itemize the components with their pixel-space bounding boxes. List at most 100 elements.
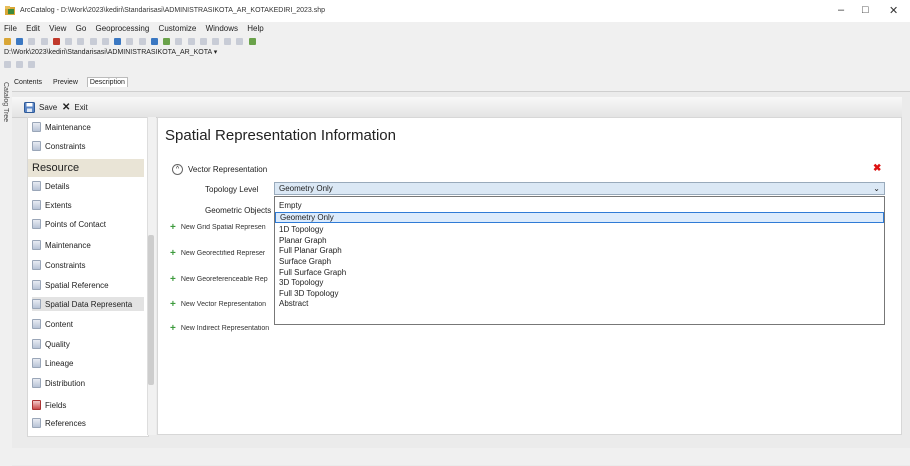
dropdown-option-empty[interactable]: Empty [275, 200, 884, 211]
catalog-icon[interactable] [150, 38, 158, 46]
back-icon[interactable] [4, 61, 11, 69]
save-button[interactable]: Save [24, 102, 57, 113]
new-representation-label: New Georeferenceable Rep [180, 276, 268, 283]
dropdown-option-abstract[interactable]: Abstract [275, 298, 884, 309]
nav-item-fields[interactable]: Fields [32, 398, 66, 412]
thumbnails-icon[interactable] [101, 38, 109, 46]
nav-item-label: Maintenance [45, 122, 91, 132]
close-button[interactable]: ✕ [889, 4, 898, 17]
nav-scrollbar-thumb[interactable] [148, 235, 154, 385]
geometric-objects-label: Geometric Objects [205, 206, 272, 215]
delete-section-icon[interactable]: ✖ [873, 163, 881, 174]
nav-item-label: Fields [45, 400, 67, 410]
zoom-in-icon[interactable] [187, 38, 195, 46]
menu-view[interactable]: View [49, 24, 66, 33]
add-icon: + [170, 274, 176, 285]
new-representation-link-4[interactable]: + New Vector Representation [170, 299, 266, 310]
view-tabs: Contents Preview Description [12, 77, 133, 91]
exit-button[interactable]: ✕ Exit [62, 102, 88, 113]
nav-item-quality[interactable]: Quality [32, 337, 70, 351]
nav-item-constraints-top[interactable]: Constraints [32, 139, 85, 153]
maximize-button[interactable]: □ [862, 4, 869, 16]
search-icon[interactable] [114, 38, 122, 46]
add-icon: + [170, 299, 176, 310]
connect-folder-icon[interactable] [4, 38, 11, 46]
nav-item-references[interactable]: References [32, 416, 86, 430]
topology-level-select[interactable]: Geometry Only ⌄ [274, 182, 885, 195]
nav-item-lineage[interactable]: Lineage [32, 356, 73, 370]
document-icon [32, 181, 41, 191]
nav-item-maintenance[interactable]: Maintenance [32, 238, 91, 252]
nav-item-label: Maintenance [45, 240, 91, 250]
nav-item-label: Constraints [45, 260, 86, 270]
secondary-toolbar [4, 60, 38, 69]
new-representation-link-5[interactable]: + New Indirect Representation [170, 323, 269, 334]
details-icon[interactable] [89, 38, 97, 46]
tab-contents[interactable]: Contents [12, 78, 44, 87]
menu-windows[interactable]: Windows [206, 24, 238, 33]
pan-icon[interactable] [211, 38, 219, 46]
status-bar [0, 448, 910, 465]
metadata-edit-toolbar: Save ✕ Exit [12, 97, 902, 118]
nav-item-extents[interactable]: Extents [32, 198, 72, 212]
nav-item-spatial-reference[interactable]: Spatial Reference [32, 278, 109, 292]
menu-edit[interactable]: Edit [26, 24, 40, 33]
create-thumbnail-icon[interactable] [248, 38, 256, 46]
document-icon [32, 240, 41, 250]
refresh-icon[interactable] [28, 61, 36, 69]
location-bar: D:\Work\2023\kediri\Standarisasi\ADMINIS… [4, 48, 217, 56]
document-icon [32, 299, 41, 309]
forward-icon[interactable] [16, 61, 24, 69]
model-builder-icon[interactable] [163, 38, 171, 46]
new-representation-label: New Indirect Representation [180, 325, 270, 332]
identify-icon[interactable] [236, 38, 244, 46]
new-representation-link-3[interactable]: + New Georeferenceable Rep [170, 274, 268, 285]
document-icon [32, 122, 41, 132]
menu-customize[interactable]: Customize [159, 24, 197, 33]
python-icon[interactable] [138, 38, 146, 46]
arctoolbox-icon[interactable] [126, 38, 134, 46]
nav-item-label: Spatial Data Representa [45, 299, 133, 309]
dropdown-option-3d-topology[interactable]: 3D Topology [275, 277, 884, 288]
dropdown-option-geometry-only[interactable]: Geometry Only [275, 212, 884, 223]
menu-file[interactable]: File [4, 24, 17, 33]
nav-item-points-of-contact[interactable]: Points of Contact [32, 217, 106, 231]
title-bar: ArcCatalog - D:\Work\2023\kediri\Standar… [0, 0, 910, 22]
new-representation-link-1[interactable]: + New Grid Spatial Represen [170, 222, 266, 233]
help-icon[interactable] [175, 38, 183, 46]
copy-icon[interactable] [28, 38, 36, 46]
tab-preview[interactable]: Preview [51, 78, 80, 87]
disconnect-folder-icon[interactable] [16, 38, 24, 46]
new-representation-label: New Vector Representation [180, 301, 267, 308]
delete-icon[interactable] [52, 38, 60, 46]
location-input[interactable]: D:\Work\2023\kediri\Standarisasi\ADMINIS… [4, 49, 212, 56]
document-icon [32, 260, 41, 270]
tab-description[interactable]: Description [86, 77, 128, 87]
menu-go[interactable]: Go [76, 24, 87, 33]
nav-item-distribution[interactable]: Distribution [32, 376, 85, 390]
paste-icon[interactable] [40, 38, 48, 46]
nav-item-maintenance-top[interactable]: Maintenance [32, 120, 91, 134]
document-icon [32, 418, 41, 428]
catalog-tree-tab[interactable]: Catalog Tree [0, 78, 10, 148]
nav-item-constraints[interactable]: Constraints [32, 258, 85, 272]
nav-item-spatial-data-representa[interactable]: Spatial Data Representa [32, 297, 144, 311]
menu-help[interactable]: Help [247, 24, 263, 33]
large-icons-icon[interactable] [65, 38, 73, 46]
list-icon[interactable] [77, 38, 85, 46]
new-representation-link-2[interactable]: + New Georectified Represer [170, 248, 265, 259]
dropdown-option-full-planar-graph[interactable]: Full Planar Graph [275, 245, 884, 256]
document-icon [32, 319, 41, 329]
collapse-chevron-up-icon[interactable]: ^ [172, 164, 183, 175]
chevron-down-icon: ⌄ [873, 184, 880, 193]
zoom-out-icon[interactable] [199, 38, 207, 46]
minimize-button[interactable]: – [838, 4, 844, 16]
full-extent-icon[interactable] [224, 38, 232, 46]
dropdown-option-surface-graph[interactable]: Surface Graph [275, 256, 884, 267]
nav-item-details[interactable]: Details [32, 179, 69, 193]
location-dropdown-icon[interactable]: ▾ [214, 49, 218, 56]
dropdown-option-1d-topology[interactable]: 1D Topology [275, 224, 884, 235]
standard-toolbar [4, 37, 259, 47]
menu-geoprocessing[interactable]: Geoprocessing [96, 24, 150, 33]
nav-item-content[interactable]: Content [32, 317, 73, 331]
